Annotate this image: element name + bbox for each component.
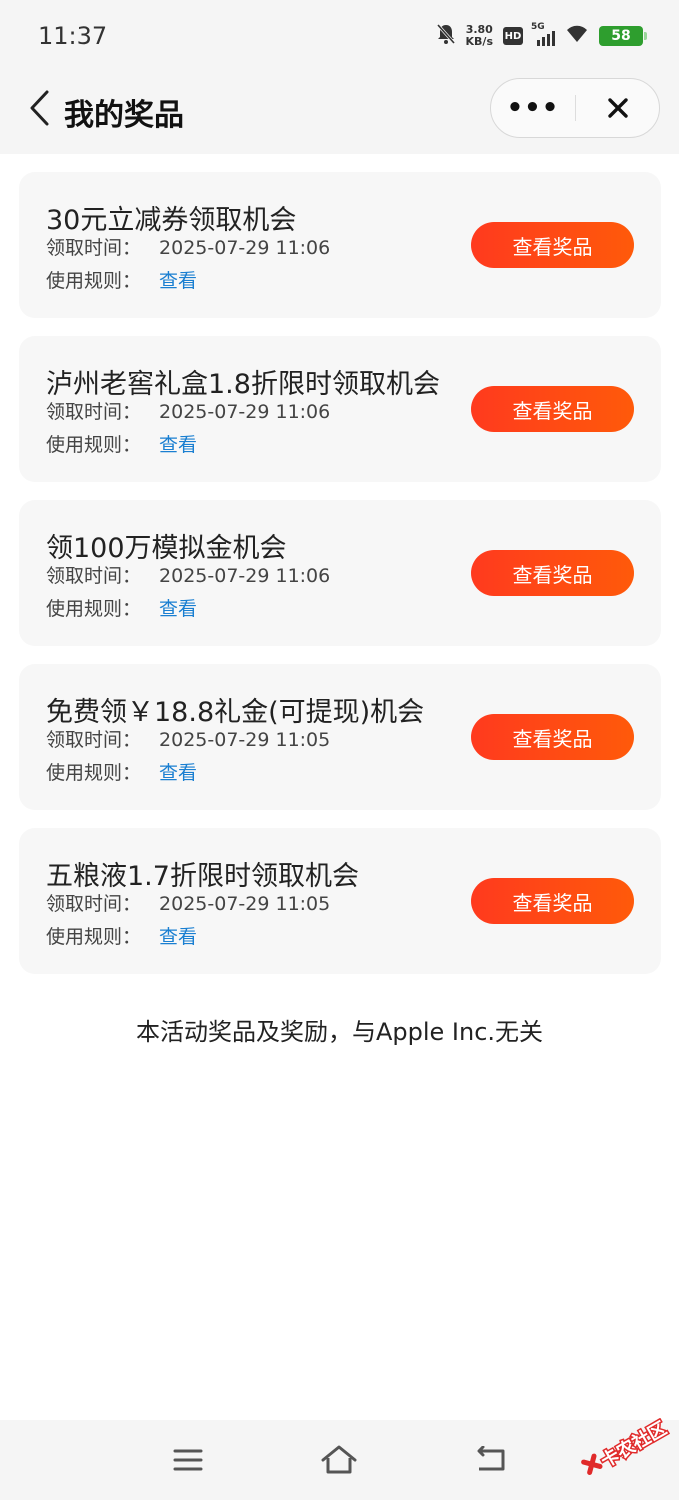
capsule-divider [575,95,576,121]
prize-rule-row: 使用规则： 查看 [46,758,197,785]
prize-time-row: 领取时间： 2025-07-29 11:06 [46,561,330,588]
close-button[interactable] [577,79,659,137]
prize-rule-row: 使用规则： 查看 [46,430,197,457]
view-prize-button[interactable]: 查看奖品 [471,550,634,596]
rule-label: 使用规则： [46,434,142,456]
menu-icon [173,1449,203,1471]
rule-link[interactable]: 查看 [159,926,197,948]
status-icons: 3.80 KB/s HD 5G 58 [436,22,647,50]
net-speed: 3.80 KB/s [466,24,493,48]
status-bar: 11:37 3.80 KB/s HD 5G 58 [0,0,679,72]
rule-label: 使用规则： [46,926,142,948]
prize-time-row: 领取时间： 2025-07-29 11:05 [46,725,330,752]
prize-time-row: 领取时间： 2025-07-29 11:05 [46,889,330,916]
rule-label: 使用规则： [46,270,142,292]
time-label: 领取时间： [46,401,142,423]
time-label: 领取时间： [46,237,142,259]
watermark-logo: 卡农社区 [574,1416,674,1478]
signal-label: 5G [531,22,545,32]
status-time: 11:37 [38,22,108,50]
rule-link[interactable]: 查看 [159,434,197,456]
view-prize-button[interactable]: 查看奖品 [471,878,634,924]
more-button[interactable]: ••• [491,79,575,137]
mute-bell-icon [436,23,456,49]
return-icon [477,1446,505,1471]
home-button[interactable] [319,1442,359,1478]
prize-title: 30元立减券领取机会 [46,205,297,236]
home-icon [321,1445,357,1474]
nav-bar: 我的奖品 ••• [0,72,679,154]
cellular-signal-icon: 5G [531,22,555,46]
menu-button[interactable] [168,1442,208,1478]
disclaimer: 本活动奖品及奖励，与Apple Inc.无关 [135,1018,544,1046]
view-prize-button[interactable]: 查看奖品 [471,386,634,432]
time-label: 领取时间： [46,565,142,587]
battery-icon: 58 [599,26,647,46]
prize-card: 30元立减券领取机会 领取时间： 2025-07-29 11:06 使用规则： 查看… [19,172,661,318]
prize-rule-row: 使用规则： 查看 [46,266,197,293]
rule-link[interactable]: 查看 [159,270,197,292]
prize-rule-row: 使用规则： 查看 [46,922,197,949]
prize-time: 2025-07-29 11:05 [159,729,331,751]
rule-link[interactable]: 查看 [159,598,197,620]
prize-time-row: 领取时间： 2025-07-29 11:06 [46,397,330,424]
prize-time: 2025-07-29 11:06 [159,237,331,259]
back-nav-button[interactable] [470,1442,510,1478]
hd-badge: HD [503,27,523,45]
prize-list: 30元立减券领取机会 领取时间： 2025-07-29 11:06 使用规则： 查看… [19,172,661,992]
prize-card: 五粮液1.7折限时领取机会 领取时间： 2025-07-29 11:05 使用规则… [19,828,661,974]
close-icon [608,98,628,118]
time-label: 领取时间： [46,893,142,915]
wifi-icon [565,24,589,48]
prize-time: 2025-07-29 11:05 [159,893,331,915]
net-speed-unit: KB/s [465,35,493,48]
prize-time: 2025-07-29 11:06 [159,401,331,423]
svg-text:卡农社区: 卡农社区 [597,1418,670,1472]
rule-label: 使用规则： [46,598,142,620]
prize-time-row: 领取时间： 2025-07-29 11:06 [46,233,330,260]
time-label: 领取时间： [46,729,142,751]
view-prize-button[interactable]: 查看奖品 [471,222,634,268]
prize-card: 免费领￥18.8礼金(可提现)机会 领取时间： 2025-07-29 11:05 … [19,664,661,810]
prize-title: 五粮液1.7折限时领取机会 [46,861,359,892]
prize-card: 领100万模拟金机会 领取时间： 2025-07-29 11:06 使用规则： 查看… [19,500,661,646]
back-button[interactable] [24,88,54,128]
prize-rule-row: 使用规则： 查看 [46,594,197,621]
prize-card: 泸州老窖礼盒1.8折限时领取机会 领取时间： 2025-07-29 11:06 使… [19,336,661,482]
prize-title: 泸州老窖礼盒1.8折限时领取机会 [46,369,440,400]
prize-title: 领100万模拟金机会 [46,533,287,564]
prize-title: 免费领￥18.8礼金(可提现)机会 [46,697,425,728]
rule-label: 使用规则： [46,762,142,784]
view-prize-button[interactable]: 查看奖品 [471,714,634,760]
chevron-left-icon [30,90,49,126]
rule-link[interactable]: 查看 [159,762,197,784]
page-title: 我的奖品 [64,98,184,133]
mini-program-capsule: ••• [490,78,660,138]
prize-time: 2025-07-29 11:06 [159,565,331,587]
